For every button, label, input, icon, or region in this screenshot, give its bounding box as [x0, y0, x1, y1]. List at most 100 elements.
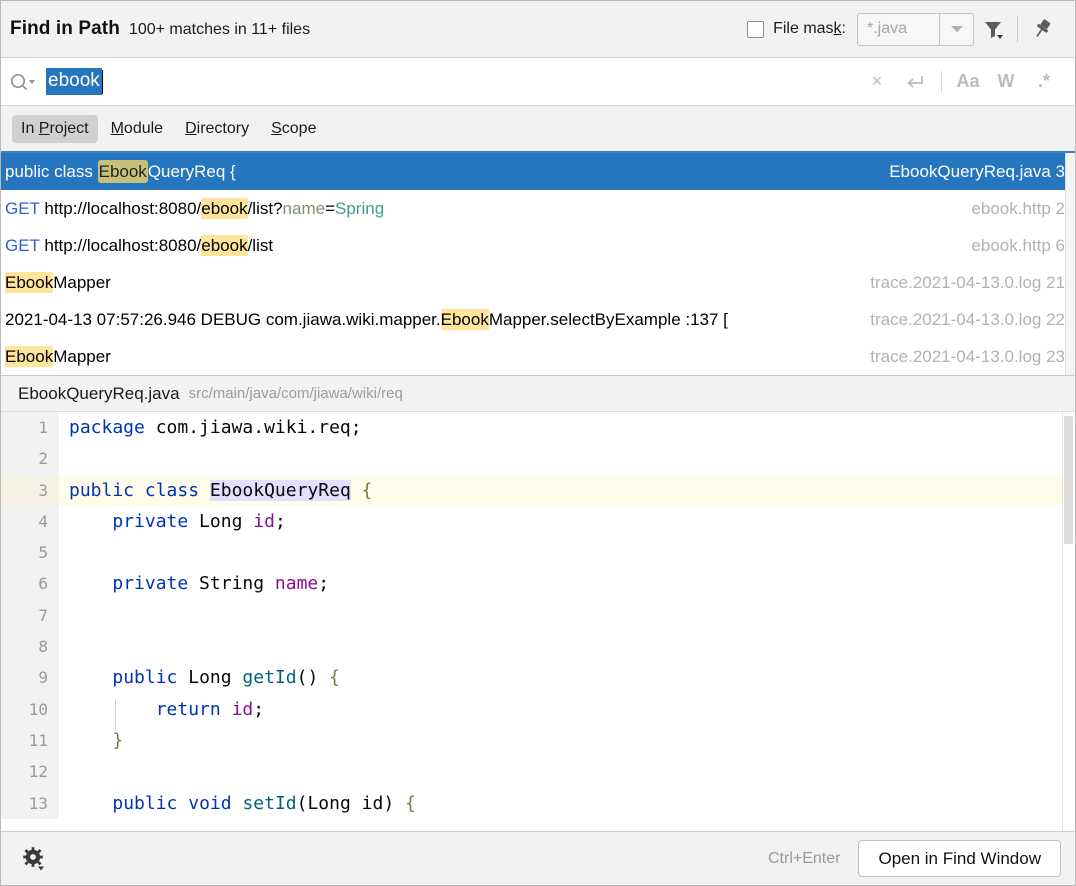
search-options: × Aa W .* [858, 62, 1063, 102]
scope-tabs: In Project Module Directory Scope [1, 106, 1075, 153]
search-input[interactable]: ebook [46, 68, 102, 95]
result-text: GET http://localhost:8080/ebook/list?nam… [5, 198, 385, 219]
filter-button[interactable] [974, 9, 1012, 49]
result-text: public class EbookQueryReq { [5, 160, 236, 183]
code-preview[interactable]: 1 package com.jiawa.wiki.req; 2 3 public cla… [1, 412, 1075, 831]
code-text: private Long id; [112, 510, 286, 532]
code-line: 10 return id; [1, 693, 1075, 725]
search-input-group[interactable]: ebook [9, 68, 858, 95]
code-line: 2 [1, 443, 1075, 475]
file-mask-label: File mask: [773, 20, 846, 37]
shortcut-hint: Ctrl+Enter [768, 849, 841, 867]
line-number: 5 [1, 537, 59, 569]
result-file-label: trace.2021-04-13.0.log 23 [870, 338, 1075, 375]
file-mask-dropdown-button[interactable] [939, 13, 973, 45]
result-text: EbookMapper [5, 272, 111, 293]
line-number: 1 [1, 412, 59, 444]
pin-button[interactable] [1023, 9, 1061, 49]
code-text: private String name; [112, 573, 330, 595]
preview-file-path: src/main/java/com/jiawa/wiki/req [188, 385, 403, 402]
search-icon [10, 73, 35, 90]
result-file-label: EbookQueryReq.java 3 [889, 162, 1065, 181]
result-row[interactable]: EbookMapper trace.2021-04-13.0.log 21 [1, 264, 1075, 301]
clear-search-button[interactable]: × [858, 62, 896, 102]
tab-module[interactable]: Module [102, 115, 172, 143]
code-line: 9 public Long getId() { [1, 662, 1075, 694]
result-file-label: ebook.http 6 [971, 227, 1075, 264]
indent-guide [115, 700, 116, 730]
file-mask-combo[interactable]: *.java [857, 12, 974, 46]
result-text: EbookMapper [5, 346, 111, 367]
code-line: 12 [1, 756, 1075, 788]
line-number: 10 [1, 693, 59, 725]
result-row[interactable]: GET http://localhost:8080/ebook/list eboo… [1, 227, 1075, 264]
preview-file-name: EbookQueryReq.java [18, 383, 180, 403]
result-text: 2021-04-13 07:57:26.946 DEBUG com.jiawa.… [5, 309, 728, 330]
code-line: 11 } [1, 724, 1075, 757]
line-number: 2 [1, 443, 59, 475]
code-text: } [112, 729, 124, 751]
code-line: 1 package com.jiawa.wiki.req; [1, 412, 1075, 444]
code-line: 4 private Long id; [1, 505, 1075, 538]
result-row[interactable]: public class EbookQueryReq { EbookQueryRe… [1, 153, 1075, 190]
pin-icon [1036, 19, 1051, 38]
match-case-toggle[interactable]: Aa [949, 62, 987, 102]
line-number: 6 [1, 568, 59, 600]
code-text: public void setId(Long id) { [112, 792, 416, 814]
header-controls: File mask: *.java [747, 9, 1061, 49]
code-line: 7 [1, 599, 1075, 632]
chevron-down-icon [950, 26, 963, 32]
file-mask-value[interactable]: *.java [858, 14, 939, 45]
newline-button[interactable] [896, 62, 934, 102]
tab-scope[interactable]: Scope [262, 115, 325, 143]
code-line: 5 [1, 537, 1075, 569]
line-number: 3 [1, 474, 59, 506]
page-title: Find in Path [10, 18, 120, 39]
match-summary: 100+ matches in 11+ files [128, 21, 311, 38]
preview-file-header: EbookQueryReq.java src/main/java/com/jia… [1, 376, 1075, 412]
search-options-separator [941, 70, 942, 93]
gear-icon [23, 846, 44, 870]
search-dropdown-button[interactable] [9, 72, 35, 92]
line-number: 9 [1, 662, 59, 694]
newline-icon [907, 75, 923, 88]
search-results-list: public class EbookQueryReq { EbookQueryRe… [1, 153, 1075, 376]
regex-toggle[interactable]: .* [1025, 62, 1063, 102]
search-bar: ebook × Aa W .* [1, 58, 1075, 106]
code-line: 13 public void setId(Long id) { [1, 787, 1075, 819]
whole-words-toggle[interactable]: W [987, 62, 1025, 102]
code-line: 3 public class EbookQueryReq { [1, 474, 1075, 506]
dialog-header: Find in Path 100+ matches in 11+ files F… [1, 1, 1075, 58]
find-in-path-dialog: Find in Path 100+ matches in 11+ files F… [0, 0, 1076, 886]
header-separator [1017, 16, 1018, 42]
result-row[interactable]: 2021-04-13 07:57:26.946 DEBUG com.jiawa.… [1, 301, 1075, 338]
tab-directory[interactable]: Directory [176, 115, 258, 143]
line-number: 7 [1, 599, 59, 632]
code-text: return id; [155, 698, 265, 720]
tab-in-project[interactable]: In Project [12, 114, 98, 143]
results-scrollbar[interactable] [1065, 153, 1075, 375]
code-text: public class EbookQueryReq { [69, 479, 373, 501]
open-in-find-window-button[interactable]: Open in Find Window [858, 840, 1061, 877]
result-text: GET http://localhost:8080/ebook/list [5, 235, 274, 256]
filter-icon [985, 22, 1003, 39]
result-row[interactable]: EbookMapper trace.2021-04-13.0.log 23 [1, 338, 1075, 375]
code-scrollbar-track[interactable] [1062, 412, 1075, 831]
file-mask-checkbox[interactable] [747, 20, 765, 38]
result-row[interactable]: GET http://localhost:8080/ebook/list?nam… [1, 190, 1075, 227]
result-file-label: trace.2021-04-13.0.log 21 [870, 264, 1075, 301]
header-title-group: Find in Path 100+ matches in 11+ files [10, 18, 747, 40]
code-text: package com.jiawa.wiki.req; [69, 417, 362, 438]
settings-button[interactable] [15, 839, 53, 879]
code-line: 6 private String name; [1, 568, 1075, 600]
code-scrollbar-thumb[interactable] [1064, 416, 1073, 544]
code-lines: 1 package com.jiawa.wiki.req; 2 3 public cla… [1, 412, 1075, 819]
line-number: 11 [1, 724, 59, 757]
line-number: 4 [1, 505, 59, 538]
text-caret [101, 69, 103, 94]
code-line: 8 [1, 631, 1075, 663]
line-number: 8 [1, 631, 59, 663]
code-text: public Long getId() { [112, 667, 340, 689]
result-file-label: ebook.http 2 [971, 190, 1075, 227]
line-number: 13 [1, 787, 59, 819]
